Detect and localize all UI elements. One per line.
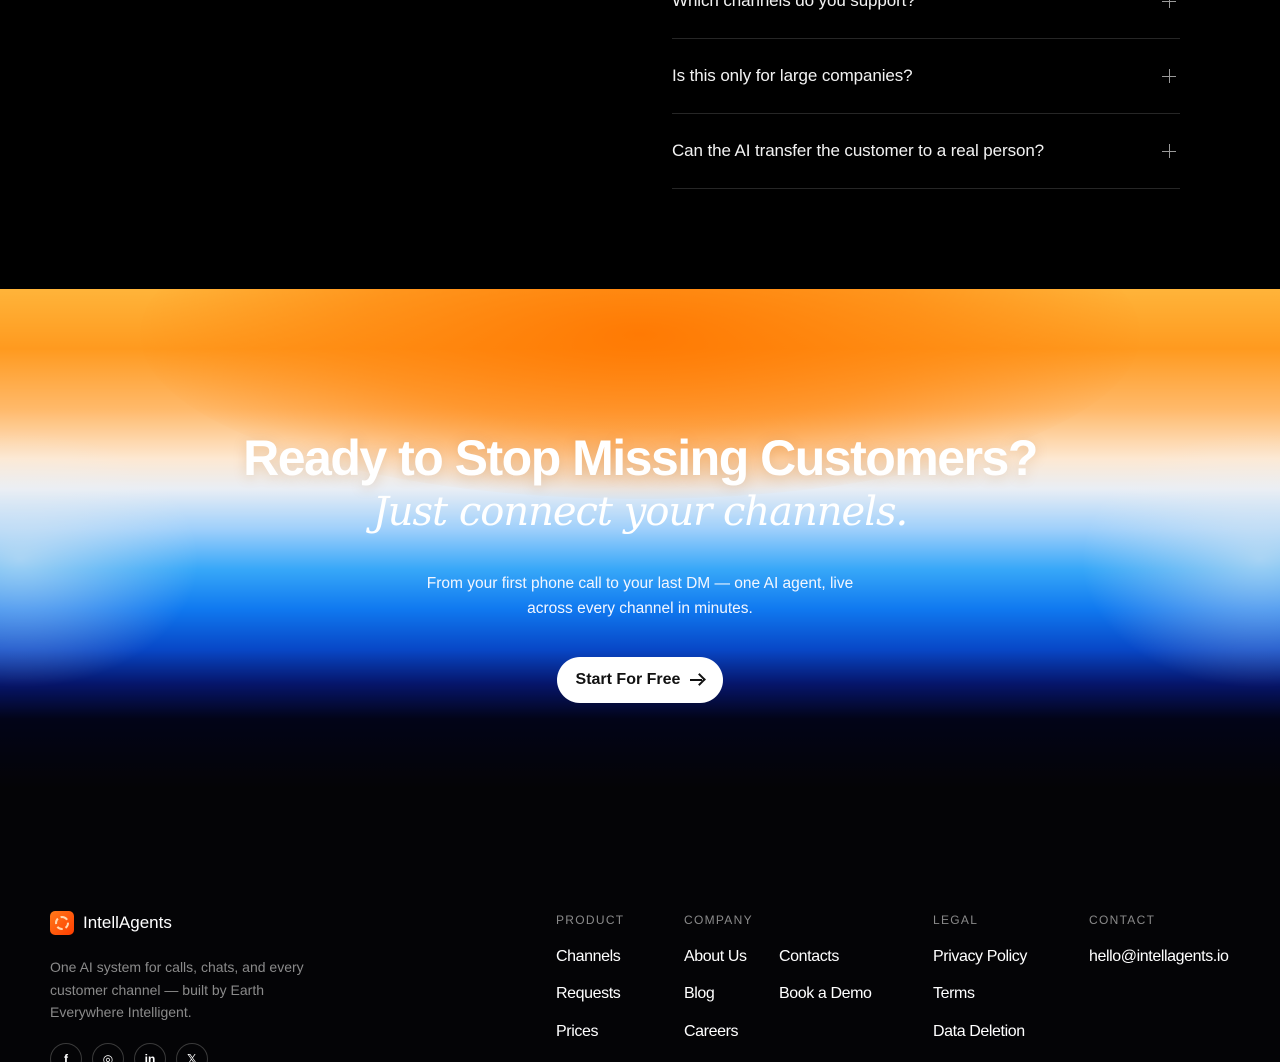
social-links: f ◎ in 𝕏 [50, 1043, 208, 1062]
footer-brand[interactable]: IntellAgents [50, 911, 172, 935]
faq-item[interactable]: Can the AI transfer the customer to a re… [672, 114, 1180, 189]
footer-link-requests[interactable]: Requests [556, 985, 621, 1003]
faq-item[interactable]: Which channels do you support? [672, 0, 1180, 39]
instagram-icon[interactable]: ◎ [92, 1043, 124, 1062]
faq-list: Which channels do you support? Is this o… [672, 0, 1180, 189]
start-for-free-label: Start For Free [575, 671, 681, 688]
plus-icon[interactable] [1162, 69, 1176, 83]
start-for-free-button[interactable]: Start For Free [557, 657, 723, 703]
footer-tagline: One AI system for calls, chats, and ever… [50, 959, 304, 1020]
facebook-icon[interactable]: f [50, 1043, 82, 1062]
footer-link-terms[interactable]: Terms [933, 985, 975, 1003]
plus-icon[interactable] [1162, 0, 1176, 8]
footer-link-privacy-policy[interactable]: Privacy Policy [933, 948, 1027, 966]
footer-heading-company: COMPANY [684, 913, 753, 927]
footer-link-about-us[interactable]: About Us [684, 948, 747, 966]
footer-link-prices[interactable]: Prices [556, 1023, 598, 1041]
footer: IntellAgents One AI system for calls, ch… [0, 789, 1280, 1062]
cta-section: Ready to Stop Missing Customers? Just co… [0, 289, 1280, 789]
footer-link-book-a-demo[interactable]: Book a Demo [779, 985, 872, 1003]
faq-question: Which channels do you support? [672, 0, 916, 10]
cta-description: From your first phone call to your last … [426, 575, 854, 617]
faq-question: Can the AI transfer the customer to a re… [672, 141, 1045, 160]
footer-heading-legal: LEGAL [933, 913, 979, 927]
plus-icon[interactable] [1162, 144, 1176, 158]
footer-heading-contact: CONTACT [1089, 913, 1156, 927]
footer-heading-product: PRODUCT [556, 913, 625, 927]
logo-icon [50, 911, 74, 935]
linkedin-icon[interactable]: in [134, 1043, 166, 1062]
footer-link-blog[interactable]: Blog [684, 985, 715, 1003]
footer-link-channels[interactable]: Channels [556, 948, 621, 966]
faq-item[interactable]: Is this only for large companies? [672, 39, 1180, 114]
faq-section: Which channels do you support? Is this o… [0, 0, 1280, 289]
footer-link-careers[interactable]: Careers [684, 1023, 739, 1041]
x-icon[interactable]: 𝕏 [176, 1043, 208, 1062]
arrow-right-icon [690, 673, 704, 687]
faq-question: Is this only for large companies? [672, 66, 913, 85]
footer-contact-email[interactable]: hello@intellagents.io [1089, 948, 1229, 966]
footer-link-data-deletion[interactable]: Data Deletion [933, 1023, 1025, 1041]
footer-link-contacts[interactable]: Contacts [779, 948, 839, 966]
brand-name: IntellAgents [83, 913, 172, 932]
cta-title: Ready to Stop Missing Customers? [243, 430, 1038, 486]
cta-subtitle: Just connect your channels. [372, 489, 909, 535]
